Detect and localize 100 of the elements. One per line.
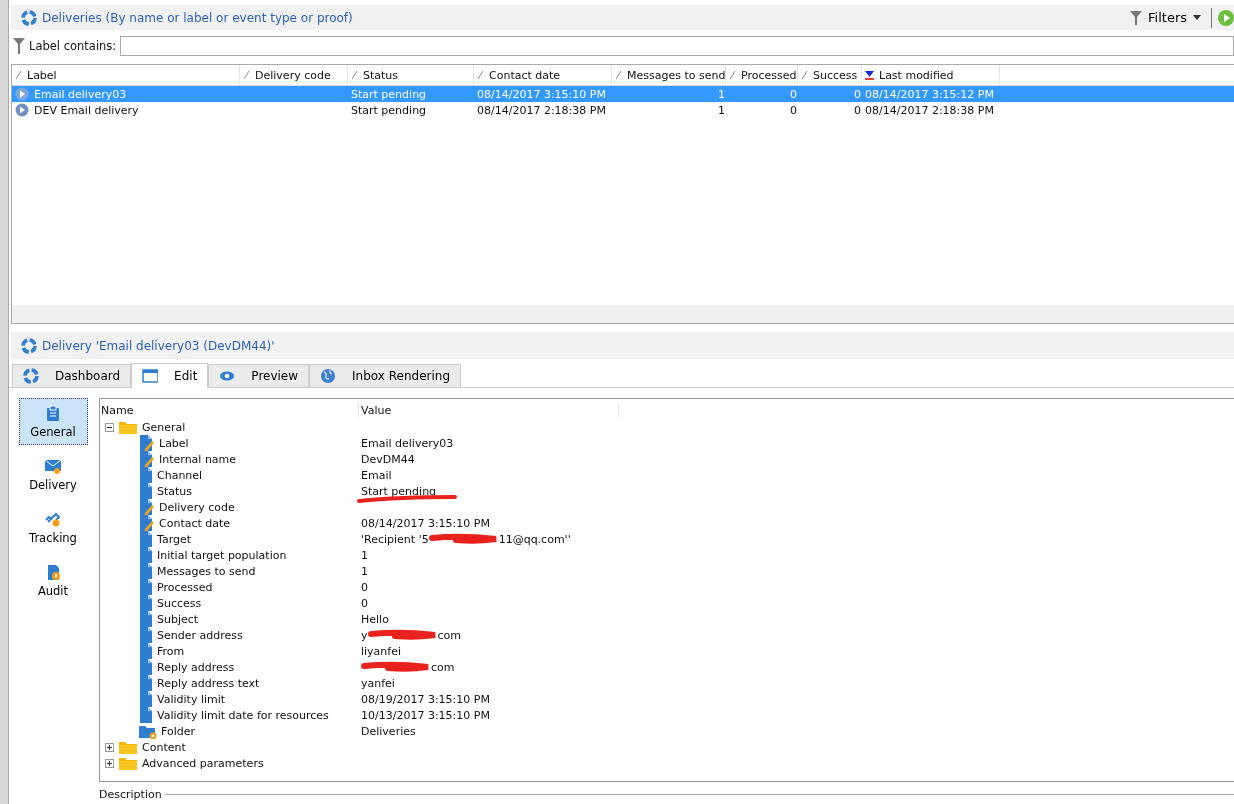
tree-item[interactable]: Advanced parameters [142,756,264,770]
label-filter-field[interactable] [120,36,1234,56]
tree-item[interactable]: Reply address [157,660,235,674]
document-icon [139,579,153,595]
document-icon [139,467,153,483]
ring-icon [21,337,37,354]
property-value: 1 [361,564,368,578]
redaction-scribble [361,661,431,673]
property-value: 0 [361,596,368,610]
column-header[interactable]: Contact date [474,65,612,85]
column-header[interactable]: Label [12,65,240,85]
column-header[interactable]: Success [798,65,862,85]
table-cell: 1 [718,87,725,101]
document-icon [139,707,153,723]
tree-item[interactable]: Validity limit [157,692,226,706]
tree-item[interactable]: Delivery code [159,500,235,514]
tree-item[interactable]: Validity limit date for resources [157,708,329,722]
table-cell: 1 [718,103,725,117]
document-icon [139,595,153,611]
column-header[interactable]: Name [100,403,359,417]
tree-item[interactable]: Folder [161,724,195,738]
tree-item[interactable]: From [157,644,185,658]
tree-item[interactable]: Label [159,436,189,450]
description-label: Description [99,788,162,801]
folder-icon [119,755,137,771]
tree-item[interactable]: Target [157,532,192,546]
tab[interactable]: Edit [131,363,209,388]
nav-item[interactable]: General [18,398,88,445]
tab[interactable]: Dashboard [12,364,132,387]
table-cell: 08/14/2017 3:15:10 PM [477,87,606,101]
table-cell: 08/14/2017 3:15:12 PM [865,87,994,101]
nav-item[interactable]: Audit [18,557,88,604]
property-value: 11@qq.com'' [498,532,571,546]
tree-item[interactable]: Success [157,596,202,610]
tree-item[interactable]: Initial target population [157,548,287,562]
table-cell: 0 [790,87,797,101]
tree-item[interactable]: Reply address text [157,676,260,690]
tree-item[interactable]: Content [142,740,186,754]
panel-title: Deliveries (By name or label or event type or proof) [42,10,353,25]
tab[interactable]: Inbox Rendering [309,364,461,387]
table-cell: 08/14/2017 2:18:38 PM [477,103,606,117]
column-header[interactable]: Value [359,403,619,417]
property-value: 08/19/2017 3:15:10 PM [361,692,490,706]
document-icon [139,563,153,579]
table-cell: Email delivery03 [34,87,127,101]
property-value: liyanfei [361,644,402,658]
tab[interactable]: Preview [208,364,310,387]
nav-item[interactable]: Delivery [18,451,88,498]
link-icon [45,510,61,528]
column-header[interactable]: Processed [726,65,798,85]
folder-icon [119,419,137,435]
document-icon [139,483,153,499]
clipboard-icon [45,404,61,422]
redaction-scribble [367,629,438,641]
property-value: 1 [361,548,368,562]
tree-item[interactable]: Channel [157,468,203,482]
table-cell: DEV Email delivery [34,103,139,117]
filter-label: Label contains: [29,39,117,53]
ring-icon [21,9,37,26]
column-header[interactable]: Delivery code [240,65,348,85]
nav-item[interactable]: Tracking [18,504,88,551]
document-icon [139,643,153,659]
tree-item[interactable]: Sender address [157,628,243,642]
column-header[interactable]: Messages to send [612,65,726,85]
property-value: Email delivery03 [361,436,454,450]
folder-gear-icon [139,723,157,739]
filter-icon [1130,10,1143,25]
table-cell: Start pending [351,103,427,117]
table-row[interactable]: DEV Email delivery Start pending 08/14/2017 2:18:38 PM 1 0 0 08/14/2017 2:18:38 PM [12,102,1234,118]
property-value: y [361,628,368,642]
tree-item[interactable]: General [142,420,186,434]
property-value: Email [361,468,392,482]
editable-document-icon [139,451,155,467]
property-value: 08/14/2017 3:15:10 PM [361,516,490,530]
table-cell: Start pending [351,87,427,101]
property-value: Start pending [361,484,437,498]
ring-icon [23,368,39,384]
play-icon [1218,9,1234,26]
table-cell: 0 [854,87,861,101]
folder-icon [119,739,137,755]
tree-item[interactable]: Contact date [159,516,231,530]
tree-item[interactable]: Processed [157,580,213,594]
document-icon [139,627,153,643]
property-value: 'Recipient '5 [361,532,429,546]
tree-item[interactable]: Subject [157,612,199,626]
column-header[interactable]: Status [348,65,474,85]
document-icon [139,659,153,675]
property-value: Hello [361,612,389,626]
tree-item[interactable]: Messages to send [157,564,256,578]
globe-icon [320,368,337,384]
tree-item[interactable]: Status [157,484,193,498]
property-value: com [437,628,461,642]
filters-button[interactable]: Filters [1126,8,1205,27]
redaction-scribble [428,533,499,545]
document-icon [139,691,153,707]
property-value: 10/13/2017 3:15:10 PM [361,708,490,722]
tree-item[interactable]: Internal name [159,452,237,466]
column-header[interactable]: Last modified [862,65,1000,85]
document-icon [139,547,153,563]
property-value: DevDM44 [361,452,415,466]
